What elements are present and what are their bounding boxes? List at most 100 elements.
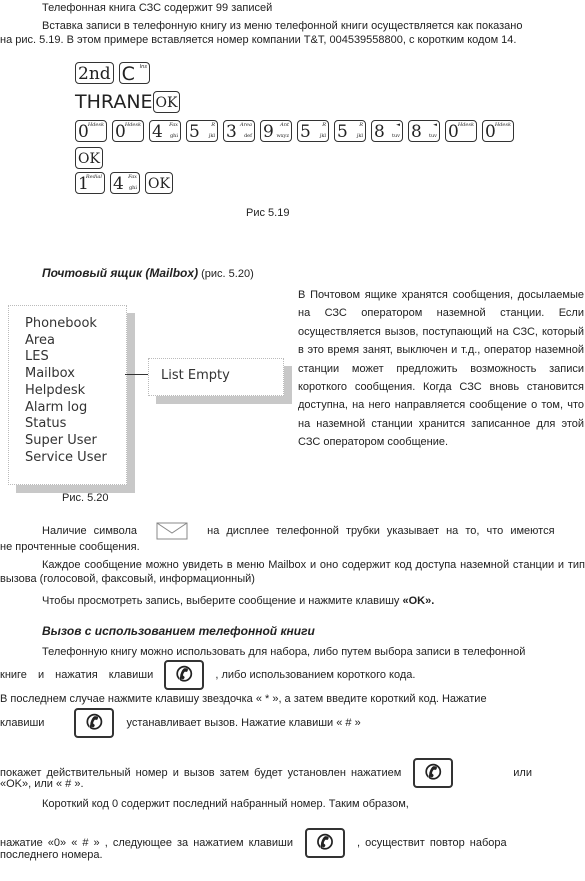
- key-digit: 8 ◄ tuv: [408, 120, 440, 142]
- key-row-2: THRANE OK: [75, 91, 185, 113]
- paragraph: последнего номера.: [0, 849, 103, 861]
- paragraph: Телефонную книгу можно использовать для …: [42, 646, 526, 658]
- menu-item[interactable]: Phonebook: [25, 316, 97, 332]
- text: устанавливает вызов. Нажатие клавиши « #…: [126, 716, 361, 729]
- key-sup: Fax: [169, 122, 178, 128]
- key-ok: OK: [145, 172, 173, 194]
- key-digit: 3 Area def: [223, 120, 255, 142]
- paragraph: Вставка записи в телефонную книгу из мен…: [42, 20, 523, 32]
- key-sup: Area: [240, 122, 252, 128]
- key-sup: Redial: [85, 174, 102, 180]
- text: или: [513, 766, 532, 779]
- thrane-text: THRANE: [75, 91, 153, 113]
- key-sup: ◄: [433, 122, 437, 128]
- key-sub: tuv: [428, 133, 437, 139]
- connector-line: [125, 374, 148, 375]
- key-sup: R: [211, 122, 215, 128]
- menu-item[interactable]: Area: [25, 333, 55, 349]
- key-2nd: 2nd: [75, 62, 114, 84]
- paragraph: Короткий код 0 содержит последний набран…: [42, 798, 409, 810]
- mailbox-menu: Phonebook Area LES Mailbox Helpdesk Alarm log…: [8, 305, 127, 485]
- key-row-1: 2nd C Ins: [75, 62, 155, 85]
- key-sup: Hdesk: [457, 122, 474, 128]
- key-sup: ◄: [396, 122, 400, 128]
- section-heading: Почтовый ящик (Mailbox) (рис. 5.20): [42, 266, 254, 280]
- key-label: 9: [263, 122, 274, 142]
- key-label: 4: [152, 122, 163, 142]
- paragraph: Чтобы просмотреть запись, выберите сообщ…: [42, 594, 434, 608]
- key-sub: def: [243, 133, 252, 139]
- text: на дисплее телефонной трубки указывает н…: [207, 524, 555, 537]
- key-label: 4: [113, 174, 124, 194]
- key-digit: 5 Rjkl: [186, 120, 218, 142]
- key-digit: 8 ◄ tuv: [371, 120, 403, 142]
- menu-item[interactable]: Super User: [25, 433, 97, 449]
- key-row-digits: 0 Hdesk 0 Hdesk 4 Fax ghi 5 Rjkl 3 Area def 9 Ant wxyz…: [75, 120, 519, 142]
- menu-item[interactable]: Status: [25, 416, 66, 432]
- text: , осуществит повтор набора: [357, 836, 507, 849]
- paragraph: на рис. 5.19. В этом примере вставляется…: [0, 34, 517, 46]
- key-sup: Hdesk: [124, 122, 141, 128]
- key-label: 5: [337, 122, 348, 142]
- key-sub: ghi: [128, 185, 137, 191]
- paragraph: «OK», или « # ».: [0, 778, 84, 790]
- call-key-icon: ✆: [305, 828, 345, 858]
- text: клавиши: [0, 716, 45, 729]
- menu-item[interactable]: Alarm log: [25, 400, 87, 416]
- key-sub: ghi: [169, 133, 178, 139]
- key-digit: 5 Rjkl: [297, 120, 329, 142]
- text: Чтобы просмотреть запись, выберите сообщ…: [42, 595, 403, 607]
- menu-item[interactable]: LES: [25, 349, 49, 365]
- key-digit: 4 Fax ghi: [149, 120, 181, 142]
- key-digit: 9 Ant wxyz: [260, 120, 292, 142]
- figure-caption: Рис. 5.20: [62, 492, 109, 504]
- menu-item[interactable]: Mailbox: [25, 366, 75, 382]
- text: книге и нажатия клавиши: [0, 668, 154, 681]
- heading-text: Почтовый ящик (Mailbox): [42, 266, 199, 280]
- key-ok: OK: [75, 147, 103, 169]
- key-sup: Hdesk: [87, 122, 104, 128]
- key-digit: 0 Hdesk: [482, 120, 514, 142]
- key-sub: tuv: [391, 133, 400, 139]
- section-heading: Вызов с использованием телефонной книги: [42, 624, 315, 638]
- key-sub: jkl: [208, 133, 215, 139]
- key-label: C: [121, 63, 135, 85]
- key-row-4: OK: [75, 147, 108, 169]
- call-key-icon: ✆: [164, 660, 205, 690]
- envelope-icon: [156, 522, 188, 540]
- paragraph: Наличие символа на дисплее телефонной тр…: [42, 522, 585, 540]
- menu-item[interactable]: Service User: [25, 450, 107, 466]
- key-sup: R: [322, 122, 326, 128]
- key-sup: Ins: [139, 64, 147, 70]
- heading-ref: (рис. 5.20): [198, 268, 254, 280]
- key-label: 8: [411, 122, 422, 142]
- key-sup: Fax: [128, 174, 137, 180]
- paragraph: Телефонная книга СЗС содержит 99 записей: [42, 2, 273, 14]
- key-sup: Hdesk: [494, 122, 511, 128]
- key-digit: 0 Hdesk: [75, 120, 107, 142]
- key-label: 5: [300, 122, 311, 142]
- key-label: 5: [189, 122, 200, 142]
- list-empty-box: List Empty: [148, 358, 284, 396]
- key-sup: Ant: [280, 122, 289, 128]
- key-c: C Ins: [118, 62, 150, 85]
- key-ok: OK: [152, 91, 181, 113]
- figure-caption: Рис 5.19: [246, 207, 290, 219]
- key-label: 8: [374, 122, 385, 142]
- text: «OK».: [402, 595, 435, 607]
- paragraph: книге и нажатия клавиши ✆ , либо использ…: [0, 660, 415, 690]
- key-sub: jkl: [356, 133, 363, 139]
- key-sub: jkl: [319, 133, 326, 139]
- key-sub: wxyz: [276, 133, 289, 139]
- key-digit: 0 Hdesk: [112, 120, 144, 142]
- menu-item[interactable]: Helpdesk: [25, 383, 85, 399]
- key-label: 3: [226, 122, 237, 142]
- call-key-icon: ✆: [74, 708, 115, 738]
- key-4: 4 Fax ghi: [110, 172, 140, 194]
- paragraph: Каждое сообщение можно увидеть в меню Ma…: [0, 559, 585, 585]
- key-row-5: 1 Redial 4 Fax ghi OK: [75, 172, 178, 194]
- key-sup: R: [359, 122, 363, 128]
- text: Наличие символа: [42, 524, 138, 537]
- key-digit: 5 Rjkl: [334, 120, 366, 142]
- text: , либо использованием короткого кода.: [215, 668, 416, 681]
